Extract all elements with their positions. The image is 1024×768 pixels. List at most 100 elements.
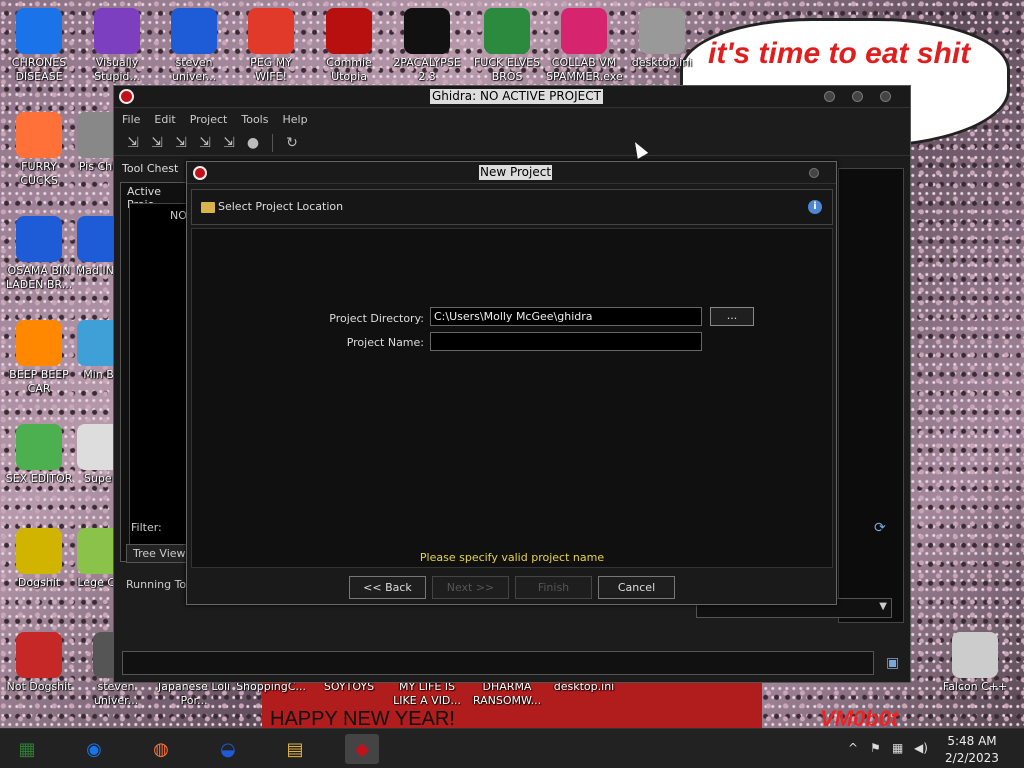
clock-time[interactable]: 5:48 AM <box>942 734 1002 748</box>
tool-chest-panel <box>838 168 904 623</box>
desktop-icon-label: steven univer... <box>93 680 139 707</box>
santa-icon <box>484 8 530 54</box>
desktop-icon-label: Visually Stupid... <box>94 56 140 83</box>
desktop-icon-label: Falcon C++ <box>942 680 1008 693</box>
chevron-up-icon[interactable]: ^ <box>848 741 858 755</box>
next-button[interactable]: Next >> <box>432 576 509 599</box>
dev-cpp-icon <box>16 632 62 678</box>
system-tray: ^ ⚑ ▦ ◀) 5:48 AM 2/2/2023 <box>834 729 1024 768</box>
monitor-icon <box>561 8 607 54</box>
new-project-dialog[interactable]: New Project Select Project Location i Pr… <box>186 161 837 605</box>
cmd-icon <box>404 8 450 54</box>
desktop-icon[interactable]: Falcon C++ <box>937 632 1013 694</box>
desktop-icon[interactable]: steven univer... <box>156 8 232 84</box>
ghidra-logo-icon <box>119 89 134 104</box>
obama-logo-icon[interactable]: ◒ <box>211 734 245 764</box>
dog-icon <box>16 528 62 574</box>
desktop-icon-label: desktop.ini <box>631 56 693 69</box>
running-tools-label: Running Too <box>126 578 193 591</box>
browse-button[interactable]: ... <box>710 307 754 326</box>
tab-tree-view[interactable]: Tree View <box>126 544 193 563</box>
desktop-icon[interactable]: 2PACALYPSE 2.3 <box>389 8 465 84</box>
desktop-icon[interactable]: Not Dogshit <box>1 632 77 694</box>
menu-file[interactable]: File <box>122 113 140 126</box>
cancel-button[interactable]: Cancel <box>598 576 675 599</box>
chrome-icon <box>16 8 62 54</box>
flag-icon[interactable]: ⚑ <box>870 741 881 755</box>
photos-icon[interactable]: ▦ <box>10 734 44 764</box>
ghidra-toolbar: ⇲ ⇲ ⇲ ⇲ ⇲ ● ↻ <box>114 130 910 156</box>
status-bar <box>122 651 874 675</box>
desktop-icon[interactable]: FUCK ELVES BROS <box>469 8 545 84</box>
vlc-icon <box>16 320 62 366</box>
network-icon[interactable]: ▦ <box>892 741 903 755</box>
tool-icon-4[interactable]: ⇲ <box>196 134 214 152</box>
finish-button[interactable]: Finish <box>515 576 592 599</box>
desktop-icon[interactable]: Commie Utopia <box>311 8 387 84</box>
desktop-icon[interactable]: COLLAB VM SPAMMER.exe <box>546 8 623 84</box>
dialog-titlebar[interactable]: New Project <box>187 162 836 184</box>
ghidra-titlebar[interactable]: Ghidra: NO ACTIVE PROJECT <box>114 86 910 108</box>
menu-help[interactable]: Help <box>282 113 307 126</box>
desktop-icon[interactable]: PEG MY WIFE! <box>233 8 309 84</box>
filter-refresh-icon[interactable]: ⟳ <box>874 520 886 536</box>
obama-logo-icon <box>16 216 62 262</box>
active-project-panel: Active Proje NO <box>120 182 190 562</box>
dialog-title: New Project <box>479 165 553 180</box>
project-name-label: Project Name: <box>346 336 424 349</box>
desktop-icon-label: steven univer... <box>171 56 217 83</box>
workspace-icon[interactable]: ● <box>244 134 262 152</box>
ghidra-icon[interactable]: ◆ <box>345 734 379 764</box>
desktop-icon[interactable]: desktop.ini <box>624 8 700 70</box>
validation-status: Please specify valid project name <box>419 551 605 564</box>
tool-icon-3[interactable]: ⇲ <box>172 134 190 152</box>
chevron-down-icon: ▼ <box>879 601 887 612</box>
folder-icon <box>201 202 215 213</box>
hammer-sickle-icon <box>326 8 372 54</box>
project-directory-field[interactable]: C:\Users\Molly McGee\ghidra <box>430 307 702 326</box>
project-tree[interactable]: NO <box>129 203 189 561</box>
batch-import-icon[interactable]: ⇲ <box>148 134 166 152</box>
desktop-icon-label: Not Dogshit <box>6 680 72 693</box>
desktop-icon-label: FUCK ELVES BROS <box>473 56 541 83</box>
p-ball-icon <box>248 8 294 54</box>
back-button[interactable]: << Back <box>349 576 426 599</box>
step-header: Select Project Location i <box>191 189 833 225</box>
chrome-icon[interactable]: ◉ <box>77 734 111 764</box>
volume-icon[interactable]: ◀) <box>914 741 928 755</box>
desktop-icon-label: MY LIFE IS LIKE A VID... <box>393 680 461 707</box>
ghidra-window-title: Ghidra: NO ACTIVE PROJECT <box>430 89 603 104</box>
tool-chest-label: Tool Chest <box>122 162 179 175</box>
menu-project[interactable]: Project <box>190 113 228 126</box>
import-icon[interactable]: ⇲ <box>124 134 142 152</box>
firefox-icon <box>16 112 62 158</box>
project-name-field[interactable] <box>430 332 702 351</box>
desktop-icon-label: Japanese Loli Por... <box>157 680 231 707</box>
visual-studio-icon <box>94 8 140 54</box>
dialog-content: Project Directory: C:\Users\Molly McGee\… <box>191 228 833 568</box>
refresh-icon[interactable]: ↻ <box>283 134 301 152</box>
filter-label: Filter: <box>131 521 162 534</box>
settings-file-icon <box>639 8 685 54</box>
ghidra-dialog-logo-icon <box>193 166 207 180</box>
blue-2-icon <box>171 8 217 54</box>
desktop-icon-label: CHRONES DISEASE <box>11 56 67 83</box>
desktop-icon[interactable]: CHRONES DISEASE <box>1 8 77 84</box>
info-icon[interactable]: i <box>808 200 822 214</box>
menu-tools[interactable]: Tools <box>241 113 268 126</box>
menu-edit[interactable]: Edit <box>154 113 175 126</box>
console-monitor-icon[interactable]: ▣ <box>886 655 899 671</box>
tool-icon-5[interactable]: ⇲ <box>220 134 238 152</box>
close-button[interactable] <box>880 91 891 102</box>
firefox-icon[interactable]: ◍ <box>144 734 178 764</box>
step-title: Select Project Location <box>218 200 344 213</box>
hxd-icon <box>16 424 62 470</box>
clock-date[interactable]: 2/2/2023 <box>942 751 1002 765</box>
file-explorer-icon[interactable]: ▤ <box>278 734 312 764</box>
tree-root-label[interactable]: NO <box>170 209 187 222</box>
desktop-icon[interactable]: Visually Stupid... <box>79 8 155 84</box>
minimize-button[interactable] <box>824 91 835 102</box>
dialog-close-button[interactable] <box>809 168 819 178</box>
maximize-button[interactable] <box>852 91 863 102</box>
desktop-icon-label: 2PACALYPSE 2.3 <box>393 56 461 83</box>
